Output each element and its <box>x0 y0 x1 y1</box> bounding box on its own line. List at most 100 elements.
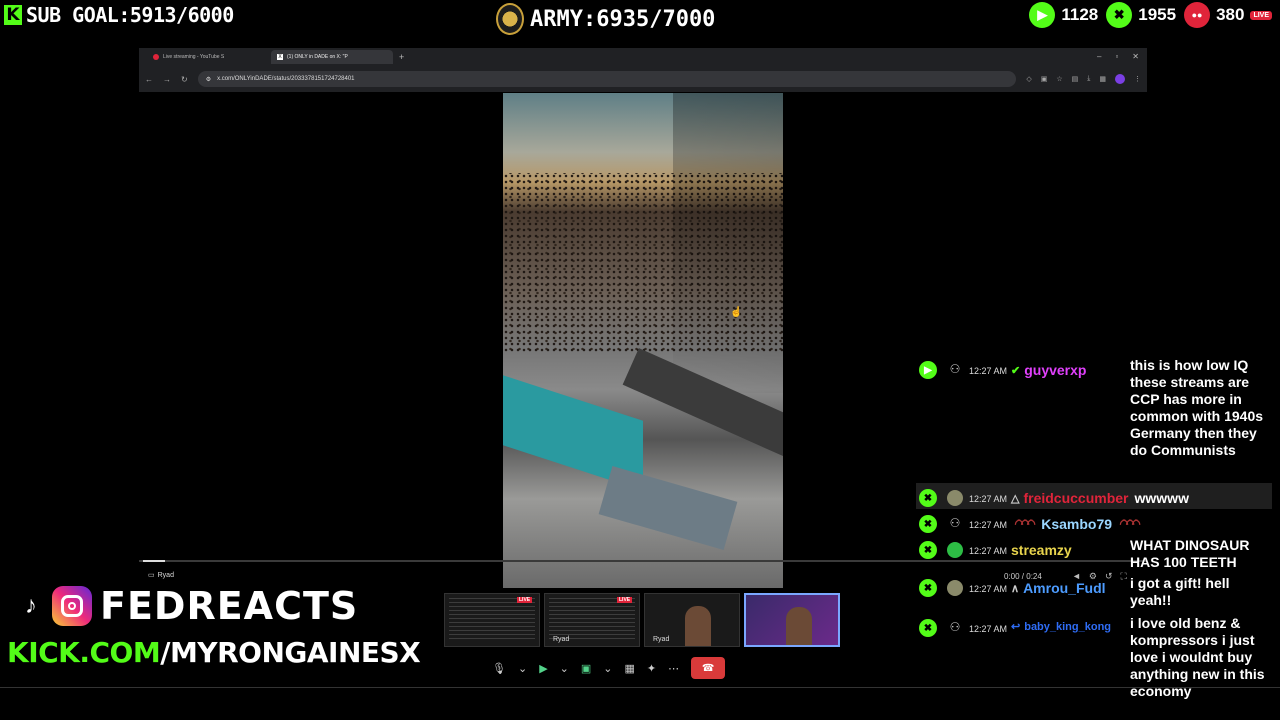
live-badge: LIVE <box>1250 10 1272 20</box>
kick-viewer-count: ✖ 1955 <box>1106 2 1176 28</box>
x-favicon-icon: X <box>277 54 283 60</box>
avatar <box>947 542 963 558</box>
viewer-counters: ▶ 1128 ✖ 1955 ●● 380 LIVE <box>1029 2 1272 28</box>
participant-thumb[interactable]: LIVE <box>444 593 540 647</box>
sub-goal-text: SUB GOAL:5913/6000 <box>26 3 234 27</box>
effects-icon[interactable]: ✦ <box>647 662 656 675</box>
download-icon[interactable]: ⤓ <box>1087 75 1090 83</box>
menu-kebab-icon[interactable]: ⋮ <box>1134 75 1141 83</box>
forward-icon[interactable]: → <box>163 75 171 84</box>
youtube-favicon-icon <box>153 54 159 60</box>
emote-icons: ◜◝◜◝◜◝ <box>1120 516 1140 531</box>
other-viewer-count: ●● 380 LIVE <box>1184 2 1272 28</box>
browser-window: Live streaming - YouTube S X (1) ONLY in… <box>139 48 1147 92</box>
army-text: ARMY:6935/7000 <box>530 6 716 32</box>
chat-username: △ freidcuccumber <box>1011 490 1129 506</box>
back-icon[interactable]: ← <box>145 75 153 84</box>
chat-message: ✖ 12:27 AM ∧ Amrou_Fudl i got a gift! he… <box>916 573 1272 613</box>
triangle-badge-icon: △ <box>1011 492 1020 505</box>
chat-text: i love old benz & kompressors i just lov… <box>1130 615 1265 699</box>
participant-thumb[interactable]: LIVE Ryad <box>544 593 640 647</box>
scrubber-progress <box>143 560 165 562</box>
participant-video <box>685 606 711 646</box>
video-player[interactable]: ☝ <box>503 93 783 588</box>
chat-message: ✖ ⚇ 12:27 AM ↩ baby_king_kong i love old… <box>916 613 1272 699</box>
chat-message: ✖ 12:27 AM streamzy WHAT DINOSAUR HAS 10… <box>916 535 1272 573</box>
sub-goal-counter: K SUB GOAL:5913/6000 <box>4 2 234 28</box>
address-bar[interactable]: ⚙ x.com/ONLYinDADE/status/20333781517247… <box>197 71 1017 87</box>
kick-logo-icon: K <box>4 5 22 25</box>
reload-icon[interactable]: ↻ <box>181 75 188 84</box>
emote-icons: ◜◝◜◝◜◝ <box>1015 516 1035 531</box>
kick-icon: ✖ <box>919 541 937 559</box>
army-counter: ARMY:6935/7000 <box>496 3 715 35</box>
kick-url: KICK.COM/MYRONGAINESX <box>7 636 421 669</box>
minimize-icon[interactable]: – <box>1097 52 1101 61</box>
screen-share-icon: ▭ <box>148 572 155 579</box>
social-branding: ♪ FEDREACTS <box>18 584 358 628</box>
youtube-viewer-count: ▶ 1128 <box>1029 2 1098 28</box>
window-controls: – ▫ ✕ <box>1097 52 1139 61</box>
cursor-icon: ☝ <box>730 307 743 318</box>
user-icon: ⚇ <box>949 516 961 530</box>
call-participants: LIVE LIVE Ryad Ryad <box>444 593 840 647</box>
chat-message: ✖ 12:27 AM △ freidcuccumber wwwww <box>916 483 1272 509</box>
microphone-icon[interactable]: 🎙 <box>492 662 506 675</box>
extension-icon[interactable]: ▤ <box>1072 75 1079 83</box>
verified-badge-icon: ✔ <box>1011 364 1021 377</box>
participant-thumb[interactable]: Ryad <box>644 593 740 647</box>
install-icon[interactable]: ▣ <box>1041 75 1048 83</box>
play-icon: ▶ <box>1029 2 1056 28</box>
chevron-up-icon: ∧ <box>1011 582 1020 595</box>
tiktok-icon: ♪ <box>25 592 37 619</box>
tab-strip: Live streaming - YouTube S X (1) ONLY in… <box>139 48 1147 66</box>
chat-username: streamzy <box>1011 542 1072 558</box>
mute-icon[interactable]: ◇ <box>1026 75 1031 83</box>
layout-grid-icon[interactable]: ▦ <box>625 662 635 675</box>
participant-thumb-selected[interactable] <box>744 593 840 647</box>
puzzle-icon[interactable]: ▦ <box>1099 75 1106 83</box>
user-icon: ⚇ <box>949 620 961 634</box>
record-icon: ●● <box>1184 2 1211 28</box>
extensions-area: ◇ ▣ ☆ ▤ ⤓ ▦ ⋮ <box>1026 74 1141 84</box>
user-icon: ⚇ <box>949 362 961 376</box>
new-tab-button[interactable]: + <box>395 52 404 62</box>
bookmark-star-icon[interactable]: ☆ <box>1056 75 1062 83</box>
return-arrow-icon: ↩ <box>1011 621 1021 633</box>
camera-icon[interactable]: ▶ <box>539 662 547 675</box>
chat-text: wwwww <box>1134 490 1189 506</box>
more-icon[interactable]: ⋯ <box>668 662 679 675</box>
presenter-tag: ▭ Ryad <box>148 571 174 580</box>
tab-x-post[interactable]: X (1) ONLY in DADE on X: "P <box>271 50 393 64</box>
instagram-icon <box>52 586 92 626</box>
channel-handle: FEDREACTS <box>100 584 359 628</box>
leave-call-button[interactable]: ☎ <box>691 657 726 679</box>
participant-video <box>786 607 812 645</box>
chevron-down-icon[interactable]: ⌄ <box>603 662 612 675</box>
close-icon[interactable]: ✕ <box>1132 52 1139 61</box>
tab-youtube[interactable]: Live streaming - YouTube S <box>147 50 269 64</box>
kick-icon: ✖ <box>919 579 937 597</box>
chevron-down-icon[interactable]: ⌄ <box>560 662 569 675</box>
chat-text: WHAT DINOSAUR HAS 100 TEETH <box>1130 537 1250 570</box>
call-toolbar: 🎙 ⌄ ▶ ⌄ ▣ ⌄ ▦ ✦ ⋯ ☎ <box>492 656 726 680</box>
url-text: x.com/ONLYinDADE/status/2033378151724728… <box>217 76 355 82</box>
building-shadow <box>673 93 783 393</box>
profile-avatar[interactable] <box>1115 74 1125 84</box>
share-screen-icon[interactable]: ▣ <box>581 662 591 675</box>
youtube-icon: ▶ <box>919 361 937 379</box>
avatar <box>947 490 963 506</box>
chevron-down-icon[interactable]: ⌄ <box>518 662 527 675</box>
kick-icon: ✖ <box>919 619 937 637</box>
browser-toolbar: ← → ↻ ⚙ x.com/ONLYinDADE/status/20333781… <box>139 66 1147 92</box>
maximize-icon[interactable]: ▫ <box>1115 52 1118 61</box>
chat-username: ✔ guyverxp <box>1011 362 1087 378</box>
rooftop-image <box>598 466 738 550</box>
kick-icon: ✖ <box>919 489 937 507</box>
chat-username: ∧ Amrou_Fudl <box>1011 580 1106 596</box>
divider <box>0 687 1280 688</box>
kick-icon: ✖ <box>919 515 937 533</box>
kick-icon: ✖ <box>1106 2 1133 28</box>
chat-message: ▶ ⚇ 12:27 AM ✔ guyverxp this is how low … <box>916 355 1272 483</box>
site-info-icon[interactable]: ⚙ <box>206 76 211 83</box>
